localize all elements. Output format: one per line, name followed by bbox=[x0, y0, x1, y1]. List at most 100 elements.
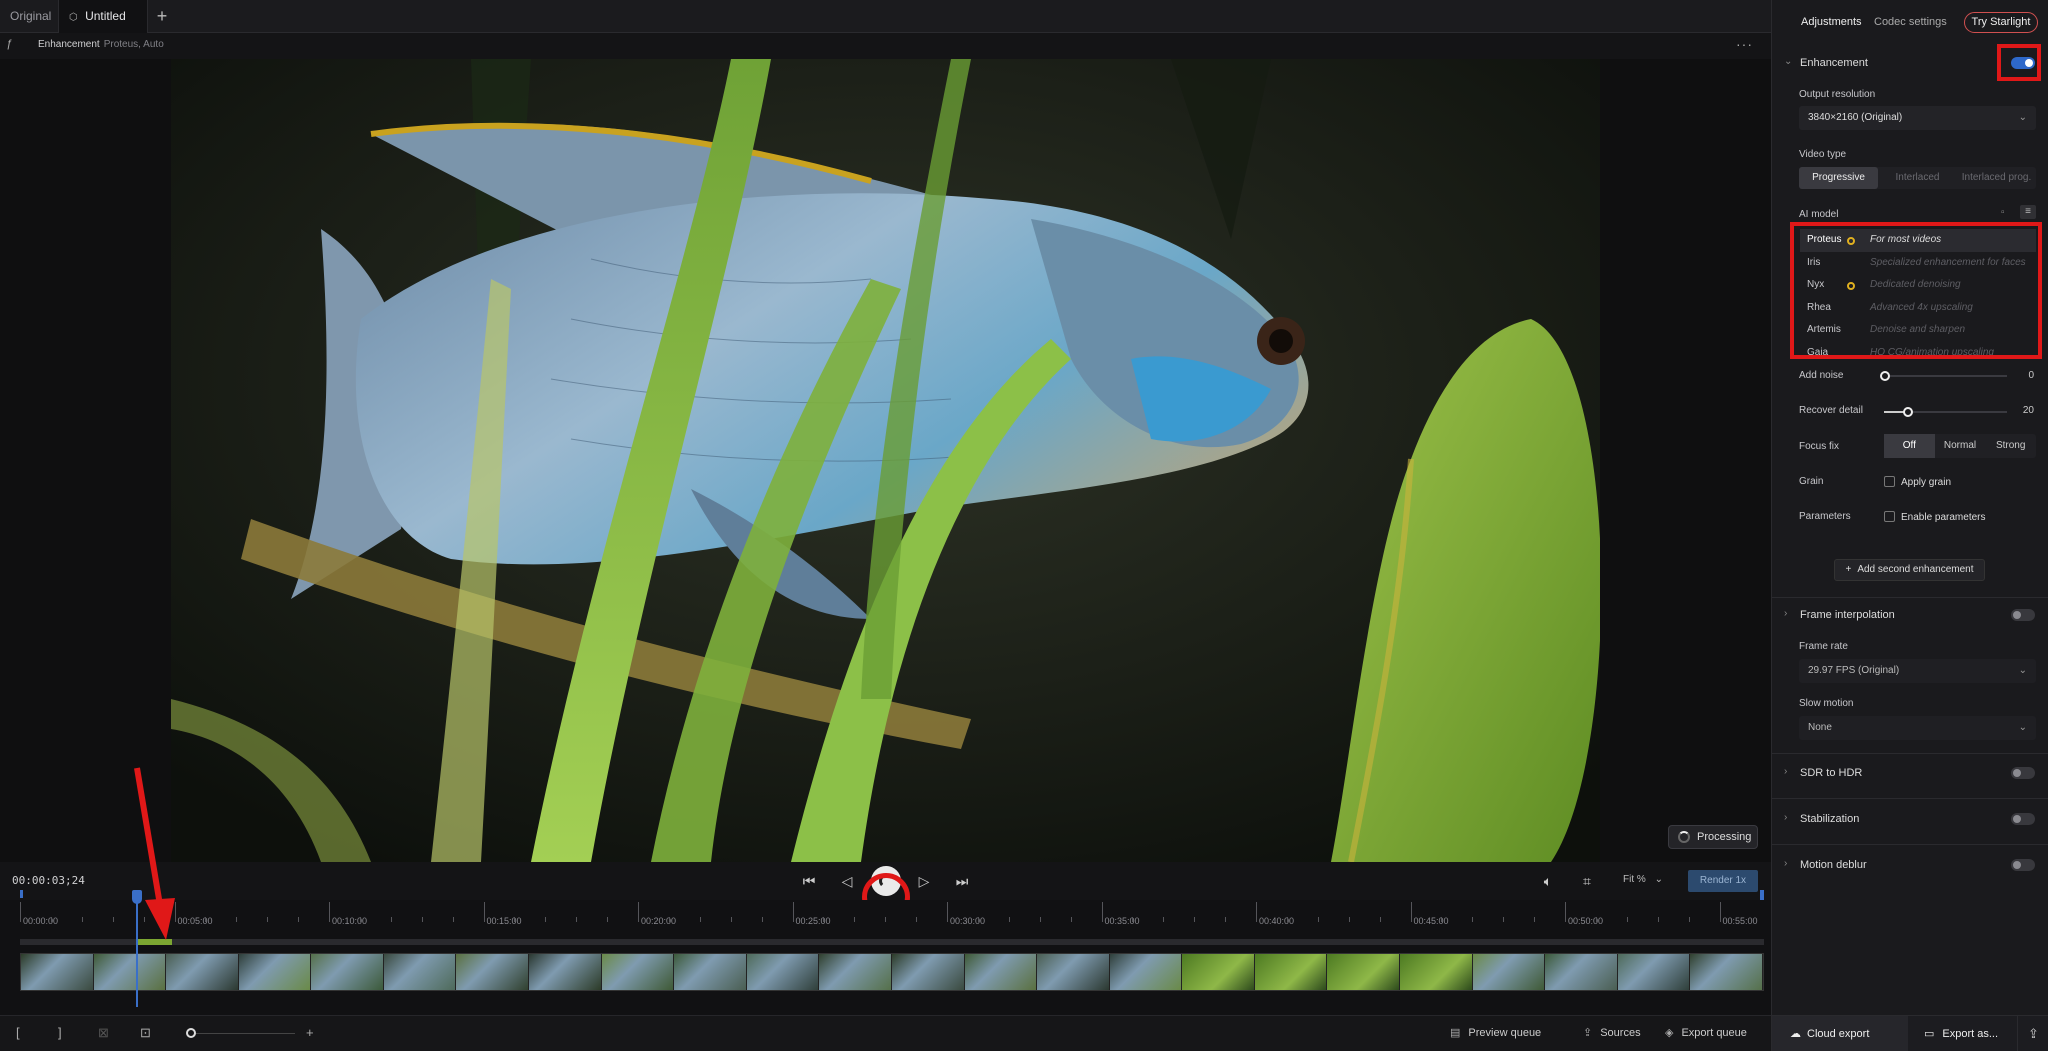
frame-rate-select[interactable]: 29.97 FPS (Original) ⌄ bbox=[1799, 659, 2036, 683]
focus-fix-off[interactable]: Off bbox=[1884, 434, 1935, 458]
project-icon: ⬡ bbox=[69, 12, 78, 23]
try-starlight-button[interactable]: Try Starlight bbox=[1964, 12, 2038, 33]
video-type-progressive[interactable]: Progressive bbox=[1799, 167, 1878, 189]
chevron-down-icon: ⌄ bbox=[2018, 722, 2027, 733]
frame-interpolation-header[interactable]: › Frame interpolation bbox=[1772, 606, 2048, 628]
render-button[interactable]: Render 1x bbox=[1688, 870, 1758, 892]
timeline-tick-label: 00:15:00 bbox=[486, 916, 522, 926]
new-tab-icon[interactable]: + bbox=[152, 6, 172, 26]
timeline-minor-tick bbox=[514, 917, 516, 922]
focus-fix-strong[interactable]: Strong bbox=[1985, 434, 2036, 458]
video-type-interlaced[interactable]: Interlaced bbox=[1878, 167, 1957, 189]
stabilization-toggle[interactable] bbox=[2011, 813, 2035, 825]
subbar-subtitle: Proteus, Auto bbox=[103, 39, 164, 50]
zoom-slider[interactable] bbox=[190, 1033, 295, 1034]
timeline-tick-label: 00:50:00 bbox=[1568, 916, 1604, 926]
add-second-enhancement-button[interactable]: + Add second enhancement bbox=[1834, 559, 1985, 581]
skip-to-end-icon[interactable]: ⏭ bbox=[952, 871, 972, 891]
timeline-minor-tick bbox=[823, 917, 825, 922]
export-queue-button[interactable]: ◈ Export queue bbox=[1665, 1026, 1747, 1039]
grid-view-icon[interactable]: ▫ bbox=[2001, 207, 2005, 218]
thumbnail-frame bbox=[891, 954, 965, 990]
preview-queue-button[interactable]: ▤ Preview queue bbox=[1450, 1026, 1541, 1039]
thumbnail-frame bbox=[819, 954, 892, 990]
timeline-tick-label: 00:25:00 bbox=[795, 916, 831, 926]
slow-motion-value: None bbox=[1808, 722, 1832, 733]
upload-icon: ⇪ bbox=[1583, 1027, 1593, 1039]
step-forward-icon[interactable]: ▷ bbox=[914, 871, 934, 891]
toggle-knob bbox=[2013, 815, 2021, 823]
timeline-minor-tick bbox=[1688, 917, 1690, 922]
set-in-point-icon[interactable]: [ bbox=[16, 1025, 20, 1040]
video-type-interlaced-prog[interactable]: Interlaced prog. bbox=[1957, 167, 2036, 189]
timeline-tick-label: 00:20:00 bbox=[641, 916, 677, 926]
add-noise-slider[interactable] bbox=[1880, 371, 2007, 381]
stabilization-header[interactable]: › Stabilization bbox=[1772, 810, 2048, 832]
set-out-point-icon[interactable]: ] bbox=[58, 1025, 62, 1040]
more-options-icon[interactable]: ··· bbox=[1736, 36, 1753, 52]
sources-button[interactable]: ⇪ Sources bbox=[1583, 1026, 1641, 1039]
zoom-fit-icon[interactable]: ⊡ bbox=[140, 1025, 151, 1041]
tab-adjustments[interactable]: Adjustments bbox=[1801, 16, 1862, 28]
thumbnail-frame bbox=[166, 954, 239, 990]
plus-icon: + bbox=[1845, 564, 1852, 575]
clear-range-icon[interactable]: ⊠ bbox=[98, 1025, 109, 1041]
export-as-button[interactable]: ▭ Export as... bbox=[1912, 1016, 2012, 1051]
timeline-minor-tick bbox=[1441, 917, 1443, 922]
share-icon[interactable]: ⇪ bbox=[2017, 1016, 2048, 1051]
enable-parameters-checkbox[interactable] bbox=[1884, 511, 1895, 522]
video-frame-image bbox=[171, 59, 1600, 862]
timeline-minor-tick bbox=[1286, 917, 1288, 922]
focus-fix-normal[interactable]: Normal bbox=[1935, 434, 1986, 458]
crop-icon[interactable]: ⌗ bbox=[1577, 871, 1597, 891]
motion-deblur-toggle[interactable] bbox=[2011, 859, 2035, 871]
tab-original[interactable]: Original bbox=[0, 0, 61, 33]
list-view-icon[interactable]: ≡ bbox=[2020, 205, 2036, 219]
timeline-minor-tick bbox=[1317, 917, 1319, 922]
thumbnail-frame bbox=[21, 954, 94, 990]
output-resolution-select[interactable]: 3840×2160 (Original) ⌄ bbox=[1799, 106, 2036, 130]
sdr-to-hdr-header[interactable]: › SDR to HDR bbox=[1772, 764, 2048, 786]
slider-knob[interactable] bbox=[1880, 371, 1890, 381]
fx-icon[interactable]: ƒ bbox=[6, 38, 12, 50]
recover-detail-slider[interactable] bbox=[1884, 407, 2007, 417]
timeline-track[interactable] bbox=[20, 939, 1764, 945]
cloud-export-button[interactable]: ☁ Cloud export bbox=[1772, 1016, 1908, 1051]
focus-fix-label: Focus fix bbox=[1799, 441, 1840, 452]
slow-motion-select[interactable]: None ⌄ bbox=[1799, 716, 2036, 740]
step-back-icon[interactable]: ◁ bbox=[837, 871, 857, 891]
timeline-minor-tick bbox=[1225, 917, 1227, 922]
timeline-minor-tick bbox=[81, 917, 83, 922]
thumbnail-frame bbox=[746, 954, 820, 990]
zoom-in-icon[interactable]: + bbox=[306, 1025, 314, 1040]
motion-deblur-header[interactable]: › Motion deblur bbox=[1772, 856, 2048, 878]
playhead-handle[interactable] bbox=[132, 890, 142, 904]
mute-icon[interactable]: 🔈︎ bbox=[1538, 871, 1558, 891]
motion-deblur-title: Motion deblur bbox=[1800, 859, 1867, 871]
sdr-to-hdr-title: SDR to HDR bbox=[1800, 767, 1863, 779]
tab-untitled[interactable]: ⬡ Untitled × bbox=[58, 0, 148, 57]
zoom-slider-knob[interactable] bbox=[186, 1028, 196, 1038]
timeline-minor-tick bbox=[1534, 917, 1536, 922]
timeline-minor-tick bbox=[1348, 917, 1350, 922]
thumbnail-frame bbox=[1109, 954, 1183, 990]
in-point-marker[interactable] bbox=[20, 890, 23, 898]
thumbnail-frame bbox=[1254, 954, 1328, 990]
playhead[interactable] bbox=[136, 892, 138, 1007]
thumbnail-strip[interactable] bbox=[20, 953, 1764, 991]
apply-grain-checkbox[interactable] bbox=[1884, 476, 1895, 487]
timeline-ruler[interactable]: 00:00:00 00:05:00 00:10:00 00:15:00 00:20:00… bbox=[20, 900, 1762, 930]
timeline-minor-tick bbox=[576, 917, 578, 922]
add-second-label: Add second enhancement bbox=[1857, 564, 1974, 575]
out-point-marker[interactable] bbox=[1760, 890, 1764, 900]
timeline-minor-tick bbox=[885, 917, 887, 922]
sdr-to-hdr-toggle[interactable] bbox=[2011, 767, 2035, 779]
fit-dropdown[interactable]: Fit % ⌄ bbox=[1623, 874, 1663, 885]
thumbnail-frame bbox=[1327, 954, 1400, 990]
skip-to-start-icon[interactable]: ⏮ bbox=[799, 871, 819, 891]
slider-knob[interactable] bbox=[1903, 407, 1913, 417]
chevron-right-icon: › bbox=[1784, 608, 1788, 619]
frame-interpolation-toggle[interactable] bbox=[2011, 609, 2035, 621]
tab-codec-settings[interactable]: Codec settings bbox=[1874, 16, 1947, 28]
timeline-minor-tick bbox=[50, 917, 52, 922]
